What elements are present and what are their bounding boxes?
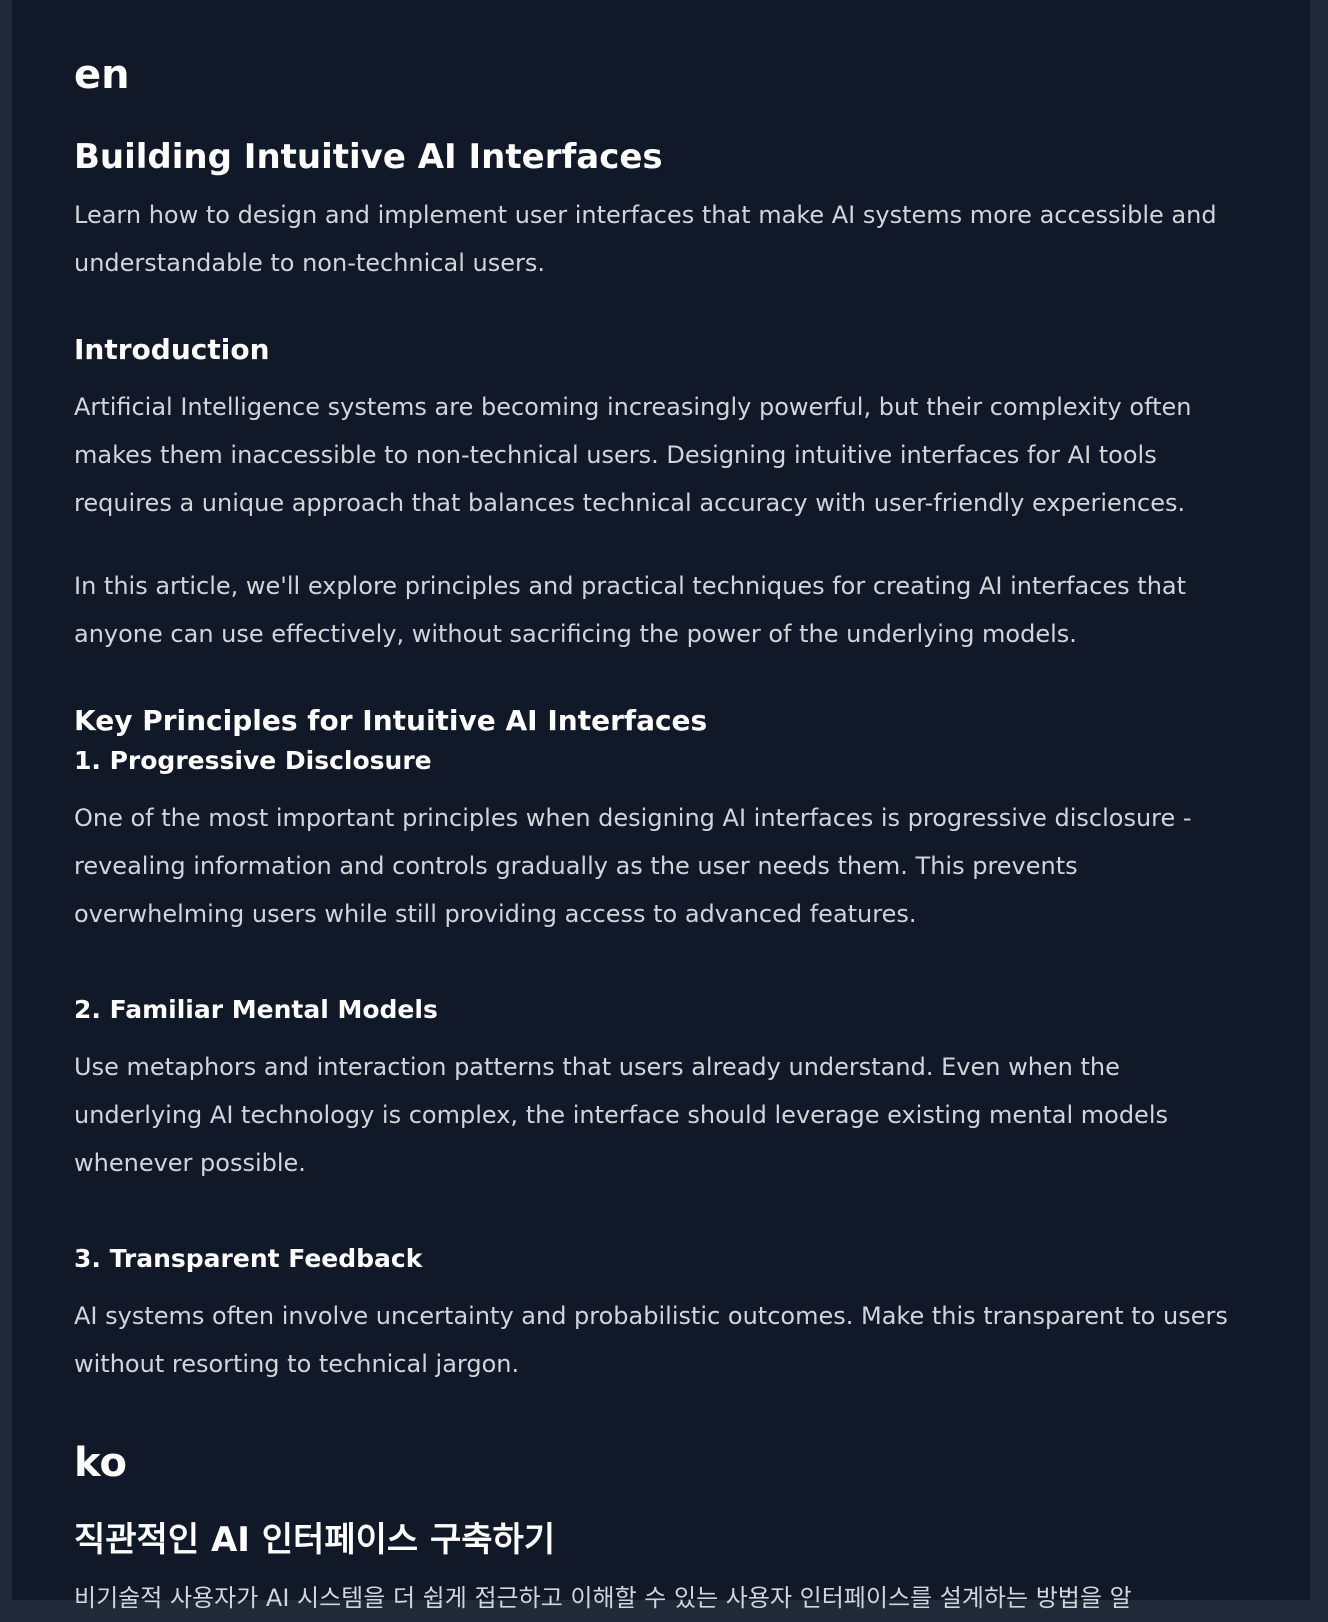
principle-title: 3. Transparent Feedback	[74, 1244, 423, 1273]
introduction-heading: Introduction	[74, 333, 270, 366]
language-heading-ko: ko	[74, 1440, 128, 1486]
article-page: en Building Intuitive AI Interfaces Lear…	[12, 0, 1310, 1612]
principle-item: 1. Progressive Disclosure One of the mos…	[74, 744, 1254, 938]
article-content: en Building Intuitive AI Interfaces Lear…	[74, 50, 1254, 1622]
article-title-ko: 직관적인 AI 인터페이스 구축하기	[74, 1520, 556, 1560]
principle-item: 2. Familiar Mental Models Use metaphors …	[74, 993, 1254, 1187]
article-title-en: Building Intuitive AI Interfaces	[74, 137, 663, 177]
language-heading-en: en	[74, 52, 130, 98]
principle-body: AI systems often involve uncertainty and…	[74, 1302, 1228, 1378]
principle-body: One of the most important principles whe…	[74, 804, 1192, 928]
principle-title: 2. Familiar Mental Models	[74, 995, 438, 1024]
principle-title: 1. Progressive Disclosure	[74, 746, 432, 775]
introduction-paragraph: In this article, we'll explore principle…	[74, 572, 1187, 648]
principles-heading: Key Principles for Intuitive AI Interfac…	[74, 704, 708, 737]
article-summary-ko: 비기술적 사용자가 AI 시스템을 더 쉽게 접근하고 이해할 수 있는 사용자…	[74, 1584, 1132, 1612]
introduction-paragraph: Artificial Intelligence systems are beco…	[74, 393, 1192, 517]
principle-body: Use metaphors and interaction patterns t…	[74, 1053, 1168, 1177]
article-summary-en: Learn how to design and implement user i…	[74, 201, 1217, 277]
principle-item: 3. Transparent Feedback AI systems often…	[74, 1242, 1254, 1388]
